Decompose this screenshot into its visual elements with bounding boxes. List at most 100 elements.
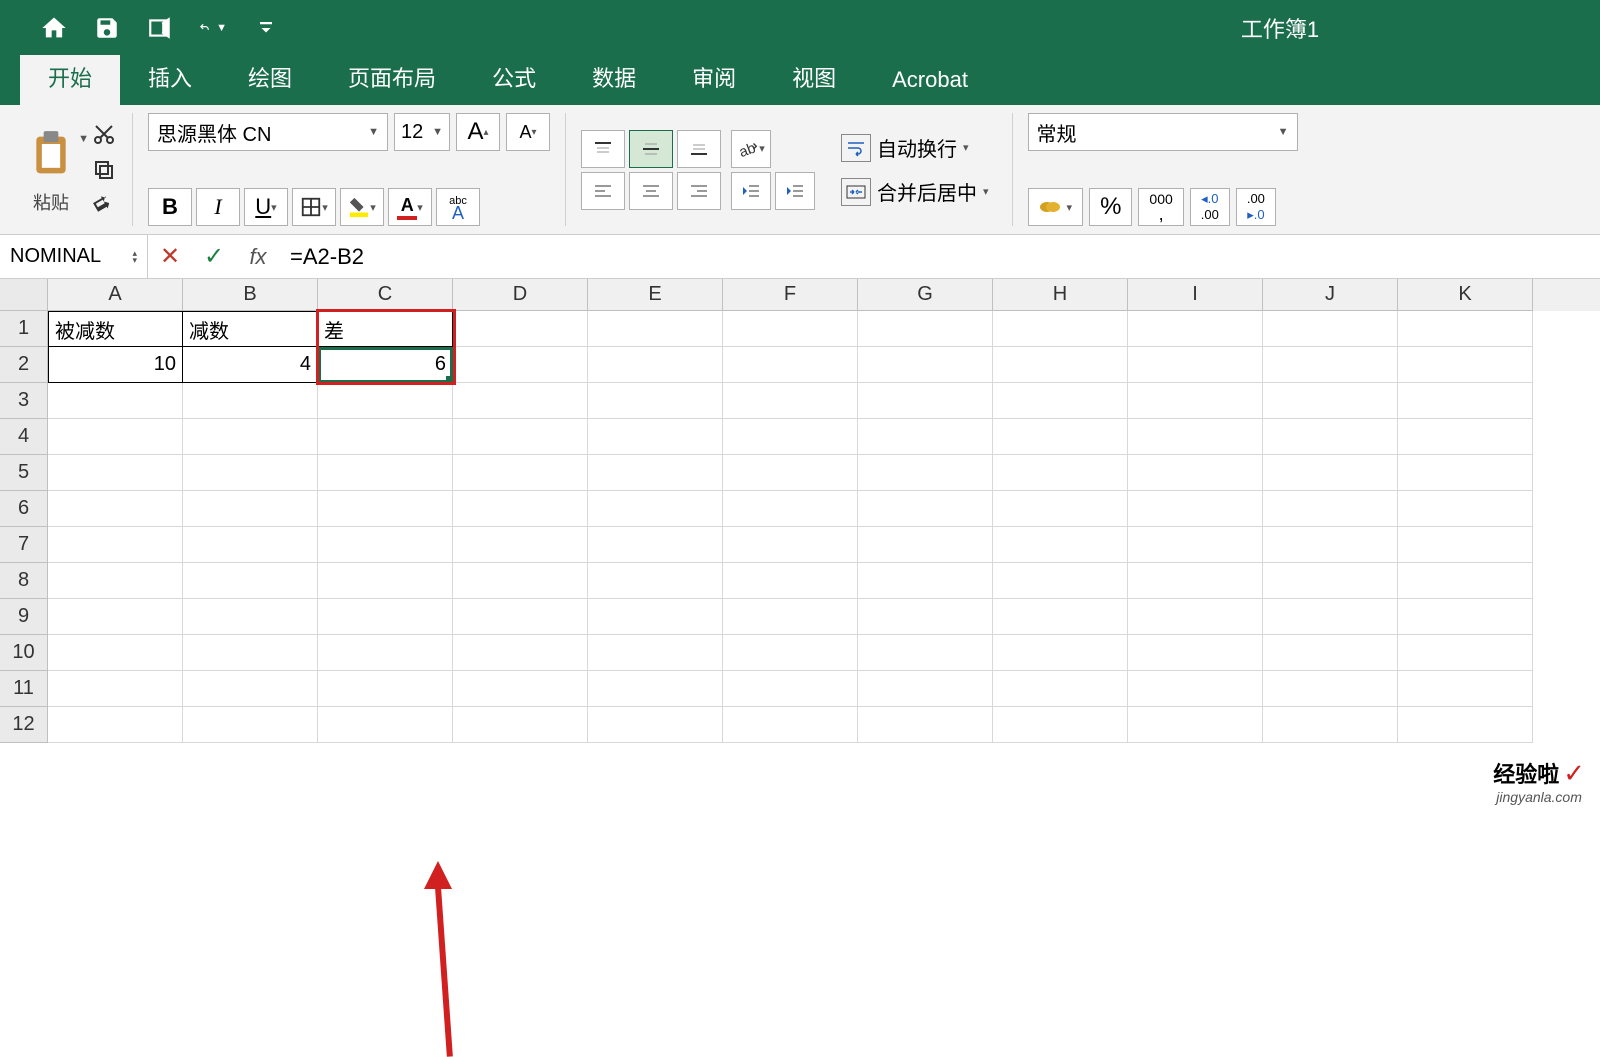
decrease-font-button[interactable]: A▾ <box>506 113 550 151</box>
cell-A5[interactable] <box>48 455 183 491</box>
cell-C6[interactable] <box>318 491 453 527</box>
cell-J1[interactable] <box>1263 311 1398 347</box>
tab-view[interactable]: 视图 <box>764 49 864 105</box>
cancel-formula-button[interactable]: ✕ <box>148 235 192 279</box>
cell-C4[interactable] <box>318 419 453 455</box>
cell-C8[interactable] <box>318 563 453 599</box>
select-all-corner[interactable] <box>0 279 48 311</box>
cell-K9[interactable] <box>1398 599 1533 635</box>
cell-A6[interactable] <box>48 491 183 527</box>
percent-button[interactable]: % <box>1089 188 1132 226</box>
italic-button[interactable]: I <box>196 188 240 226</box>
font-size-select[interactable]: 12 ▼ <box>394 113 450 151</box>
cell-C5[interactable] <box>318 455 453 491</box>
row-header[interactable]: 9 <box>0 599 48 635</box>
cell-B10[interactable] <box>183 635 318 671</box>
cell-H11[interactable] <box>993 671 1128 707</box>
row-header[interactable]: 10 <box>0 635 48 671</box>
col-header[interactable]: G <box>858 279 993 311</box>
underline-button[interactable]: U▾ <box>244 188 288 226</box>
undo-icon[interactable]: ▼ <box>199 14 227 42</box>
cell-B3[interactable] <box>183 383 318 419</box>
cell-J11[interactable] <box>1263 671 1398 707</box>
col-header[interactable]: I <box>1128 279 1263 311</box>
tab-draw[interactable]: 绘图 <box>220 49 320 105</box>
tab-formulas[interactable]: 公式 <box>464 49 564 105</box>
cell-K7[interactable] <box>1398 527 1533 563</box>
currency-button[interactable]: ▾ <box>1028 188 1084 226</box>
cell-H2[interactable] <box>993 347 1128 383</box>
cell-G12[interactable] <box>858 707 993 743</box>
cell-A1[interactable]: 被减数 <box>48 311 183 347</box>
cell-J10[interactable] <box>1263 635 1398 671</box>
col-header[interactable]: K <box>1398 279 1533 311</box>
cell-D11[interactable] <box>453 671 588 707</box>
decrease-indent-button[interactable] <box>731 172 771 210</box>
tab-layout[interactable]: 页面布局 <box>320 49 464 105</box>
fx-button[interactable]: fx <box>236 235 280 279</box>
cell-I12[interactable] <box>1128 707 1263 743</box>
cell-E7[interactable] <box>588 527 723 563</box>
cell-B9[interactable] <box>183 599 318 635</box>
accept-formula-button[interactable]: ✓ <box>192 235 236 279</box>
cell-E9[interactable] <box>588 599 723 635</box>
cell-E2[interactable] <box>588 347 723 383</box>
cell-I4[interactable] <box>1128 419 1263 455</box>
cell-I2[interactable] <box>1128 347 1263 383</box>
tab-acrobat[interactable]: Acrobat <box>864 55 996 105</box>
cell-K4[interactable] <box>1398 419 1533 455</box>
cell-A10[interactable] <box>48 635 183 671</box>
cell-C9[interactable] <box>318 599 453 635</box>
col-header[interactable]: H <box>993 279 1128 311</box>
cell-I9[interactable] <box>1128 599 1263 635</box>
cell-H6[interactable] <box>993 491 1128 527</box>
cell-F9[interactable] <box>723 599 858 635</box>
align-left-button[interactable] <box>581 172 625 210</box>
cell-G1[interactable] <box>858 311 993 347</box>
cell-E1[interactable] <box>588 311 723 347</box>
copy-icon[interactable] <box>91 157 117 183</box>
cell-B12[interactable] <box>183 707 318 743</box>
cell-E5[interactable] <box>588 455 723 491</box>
cell-F11[interactable] <box>723 671 858 707</box>
cell-A9[interactable] <box>48 599 183 635</box>
cell-I8[interactable] <box>1128 563 1263 599</box>
col-header[interactable]: B <box>183 279 318 311</box>
cell-B2[interactable]: 4 <box>183 347 318 383</box>
cell-J7[interactable] <box>1263 527 1398 563</box>
row-header[interactable]: 6 <box>0 491 48 527</box>
align-top-button[interactable] <box>581 130 625 168</box>
cell-F8[interactable] <box>723 563 858 599</box>
col-header[interactable]: A <box>48 279 183 311</box>
cell-F3[interactable] <box>723 383 858 419</box>
cell-A11[interactable] <box>48 671 183 707</box>
decrease-decimal-button[interactable]: .00▸.0 <box>1236 188 1276 226</box>
cell-D5[interactable] <box>453 455 588 491</box>
cell-B11[interactable] <box>183 671 318 707</box>
cell-H3[interactable] <box>993 383 1128 419</box>
fill-color-button[interactable]: ▾ <box>340 188 384 226</box>
cell-I5[interactable] <box>1128 455 1263 491</box>
cell-K2[interactable] <box>1398 347 1533 383</box>
merge-center-button[interactable]: 合并后居中▾ <box>833 173 997 211</box>
col-header[interactable]: E <box>588 279 723 311</box>
cell-G7[interactable] <box>858 527 993 563</box>
cell-D7[interactable] <box>453 527 588 563</box>
cell-B8[interactable] <box>183 563 318 599</box>
increase-font-button[interactable]: A▴ <box>456 113 500 151</box>
increase-indent-button[interactable] <box>775 172 815 210</box>
cell-H9[interactable] <box>993 599 1128 635</box>
row-header[interactable]: 5 <box>0 455 48 491</box>
cell-B1[interactable]: 减数 <box>183 311 318 347</box>
cell-I10[interactable] <box>1128 635 1263 671</box>
cell-C7[interactable] <box>318 527 453 563</box>
cell-D2[interactable] <box>453 347 588 383</box>
row-header[interactable]: 3 <box>0 383 48 419</box>
cell-E11[interactable] <box>588 671 723 707</box>
row-header[interactable]: 12 <box>0 707 48 743</box>
cell-B6[interactable] <box>183 491 318 527</box>
col-header[interactable]: C <box>318 279 453 311</box>
align-middle-button[interactable] <box>629 130 673 168</box>
cell-I11[interactable] <box>1128 671 1263 707</box>
cell-G6[interactable] <box>858 491 993 527</box>
